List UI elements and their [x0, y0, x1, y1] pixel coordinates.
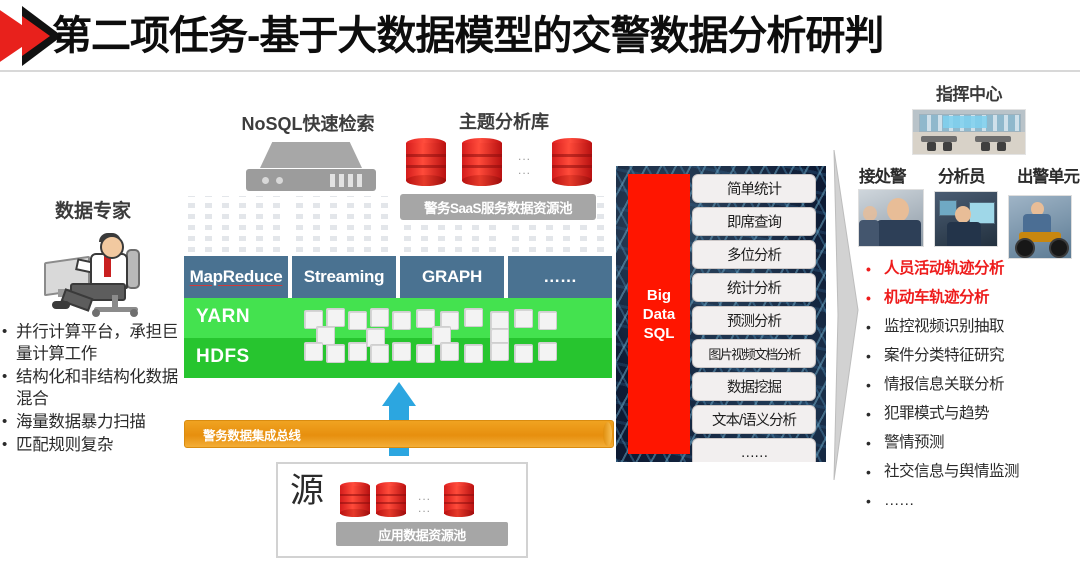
- list-item: 情报信息关联分析: [858, 375, 1080, 395]
- capability-pill[interactable]: 统计分析: [692, 273, 816, 302]
- data-expert-bullet-list: 并行计算平台，承担巨量计算工作 结构化和非结构化数据混合 海量数据暴力扫描 匹配…: [0, 321, 186, 456]
- saas-resource-pool-platform: 警务SaaS服务数据资源池: [400, 194, 596, 220]
- engine-box-mapreduce[interactable]: MapReduce: [184, 256, 288, 298]
- hadoop-engine-row: MapReduce Streaming GRAPH ……: [184, 256, 612, 298]
- data-expert-panel: 数据专家 并行计算平台，承担巨量计算工作 结构化和非结构化数据混合 海量数据暴力…: [0, 196, 186, 457]
- database-ellipsis: ...: [518, 149, 532, 163]
- slide-title-bar: 第二项任务-基于大数据模型的交警数据分析研判: [0, 0, 1080, 72]
- theme-analysis-caption: 主题分析库: [459, 112, 549, 132]
- list-item: 案件分类特征研究: [858, 346, 1080, 366]
- data-expert-illustration-icon: [0, 225, 186, 317]
- list-item: 警情预测: [858, 433, 1080, 453]
- engine-label: ……: [543, 267, 577, 286]
- engine-label: MapReduce: [189, 267, 283, 286]
- source-ellipsis: ...: [418, 489, 432, 503]
- database-cylinder-icon: [552, 138, 592, 186]
- engine-box-graph[interactable]: GRAPH: [400, 256, 504, 298]
- bigdata-sql-block: Big Data SQL: [628, 174, 690, 454]
- capability-pill[interactable]: 预测分析: [692, 306, 816, 335]
- list-item: 海量数据暴力扫描: [0, 411, 186, 433]
- role-photo-row: [858, 189, 1080, 259]
- theme-database-group: ... ...: [406, 132, 596, 194]
- list-item: 社交信息与舆情监测: [858, 462, 1080, 482]
- capability-pill[interactable]: ……: [692, 438, 816, 462]
- capability-pill[interactable]: 简单统计: [692, 174, 816, 203]
- bigdata-sql-panel: Big Data SQL 简单统计 即席查询 多位分析 统计分析 预测分析 图片…: [616, 166, 826, 462]
- source-database-icon: [444, 482, 474, 517]
- app-resource-pool-platform: 应用数据资源池: [336, 522, 508, 546]
- list-item: ……: [858, 491, 1080, 511]
- analysis-capability-list: 人员活动轨迹分析 机动车轨迹分析 监控视频识别抽取 案件分类特征研究 情报信息关…: [858, 259, 1080, 511]
- role-label-patrol: 出警单元: [1017, 168, 1080, 186]
- source-label: 源: [290, 472, 324, 510]
- capability-pill[interactable]: 即席查询: [692, 207, 816, 236]
- role-label-analyst: 分析员: [938, 168, 985, 186]
- storage-cubes-decoration: [304, 306, 594, 370]
- dispatch-officer-photo: [858, 189, 924, 247]
- capability-pill-list: 简单统计 即席查询 多位分析 统计分析 预测分析 图片视频文档分析 数据挖掘 文…: [692, 174, 816, 462]
- app-platform-label: 应用数据资源池: [378, 527, 466, 543]
- slide-canvas: 第二项任务-基于大数据模型的交警数据分析研判 数据专家 并行计算平台，承担巨量计…: [0, 0, 1080, 564]
- engine-label: Streaming: [303, 267, 385, 286]
- database-ellipsis-2: ...: [518, 163, 532, 177]
- role-label-row: 接处警 分析员 出警单元: [858, 163, 1080, 187]
- capability-pill[interactable]: 数据挖掘: [692, 372, 816, 401]
- database-cylinder-icon: [462, 138, 502, 186]
- source-systems-box: 源 ... ... 应用数据资源池: [276, 462, 528, 558]
- bigdata-sql-label: Big Data SQL: [642, 286, 676, 342]
- page-title: 第二项任务-基于大数据模型的交警数据分析研判: [52, 14, 884, 58]
- title-chevron-notch-icon: [22, 16, 50, 56]
- data-expert-heading: 数据专家: [54, 201, 131, 222]
- list-item: 匹配规则复杂: [0, 434, 186, 456]
- list-item: 结构化和非结构化数据混合: [0, 366, 186, 410]
- hadoop-platform-diagram: NoSQL快速检索 主题分析库 ... ... 警务SaaS服务数据资源池 Ma…: [184, 110, 614, 456]
- source-database-icon: [340, 482, 370, 517]
- source-ellipsis-2: ...: [418, 501, 432, 515]
- command-center-panel: 指挥中心 接处警 分析员 出警单元 • 人员活动轨迹分析 • 机动车轨迹分析 •…: [858, 80, 1080, 511]
- saas-platform-label: 警务SaaS服务数据资源池: [423, 201, 573, 216]
- analyst-photo: [934, 191, 998, 247]
- layer-label-hdfs: HDFS: [196, 346, 250, 367]
- title-divider: [0, 70, 1080, 72]
- nosql-server-icon: [246, 140, 376, 191]
- engine-box-streaming[interactable]: Streaming: [292, 256, 396, 298]
- layer-label-yarn: YARN: [196, 306, 251, 327]
- command-center-label: 指挥中心: [936, 85, 1003, 104]
- role-label-dispatch: 接处警: [859, 168, 906, 186]
- list-item: 犯罪模式与趋势: [858, 404, 1080, 424]
- capability-pill[interactable]: 图片视频文档分析: [692, 339, 816, 368]
- engine-label: GRAPH: [422, 267, 482, 286]
- capability-pill[interactable]: 多位分析: [692, 240, 816, 269]
- list-item: 监控视频识别抽取: [858, 317, 1080, 337]
- capability-pill[interactable]: 文本/语义分析: [692, 405, 816, 434]
- nosql-caption: NoSQL快速检索: [241, 114, 375, 134]
- command-center-photo: [912, 109, 1026, 155]
- police-data-bus: 警务数据集成总线: [184, 420, 614, 448]
- patrol-unit-photo: [1008, 195, 1072, 259]
- list-item: 机动车轨迹分析: [858, 288, 1080, 308]
- list-item: 人员活动轨迹分析: [858, 259, 1080, 279]
- engine-box-more[interactable]: ……: [508, 256, 612, 298]
- bus-label: 警务数据集成总线: [203, 428, 301, 443]
- source-database-icon: [376, 482, 406, 517]
- database-cylinder-icon: [406, 138, 446, 186]
- list-item: 并行计算平台，承担巨量计算工作: [0, 321, 186, 365]
